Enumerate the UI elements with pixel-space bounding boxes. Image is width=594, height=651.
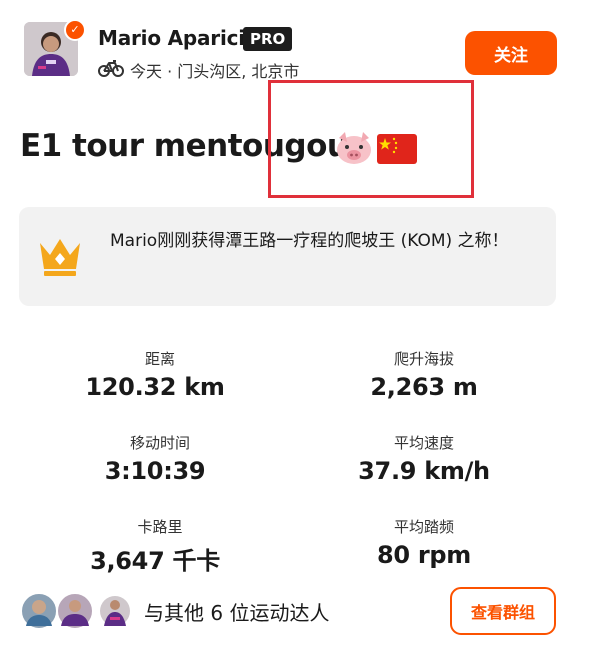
achievement-text: Mario刚刚获得潭王路一疗程的爬坡王 (KOM) 之称！	[110, 231, 509, 251]
stat-calories-value: 3,647 千卡	[90, 547, 220, 575]
stat-cadence-value: 80 rpm	[377, 541, 471, 569]
stat-elevation-value: 2,263 m	[370, 373, 478, 401]
stat-avg-speed-value: 37.9 km/h	[358, 457, 490, 485]
athlete-name[interactable]: Mario Aparicio	[98, 26, 259, 50]
stat-cadence-label: 平均踏频	[393, 518, 454, 536]
stat-moving-time-label: 移动时间	[129, 434, 190, 452]
pro-badge: PRO	[243, 27, 293, 51]
stat-elevation-label: 爬升海拔	[393, 350, 454, 368]
bike-icon	[98, 59, 124, 81]
view-group-button[interactable]: 查看群组	[450, 587, 556, 635]
stat-distance-label: 距离	[144, 350, 175, 368]
verified-badge-icon: ✓	[64, 19, 86, 41]
stat-calories-label: 卡路里	[137, 518, 183, 536]
group-text: 与其他 6 位运动达人	[144, 601, 330, 625]
group-avatars[interactable]	[20, 590, 130, 632]
crown-icon	[36, 235, 84, 277]
activity-meta: 今天 · 门头沟区, 北京市	[98, 58, 299, 82]
follow-button[interactable]: 关注	[465, 31, 557, 75]
group-avatar	[56, 592, 94, 630]
group-avatar	[20, 592, 58, 630]
stat-moving-time-value: 3:10:39	[104, 457, 206, 485]
achievement-card[interactable]	[19, 207, 556, 306]
activity-meta-text: 今天 · 门头沟区, 北京市	[130, 62, 300, 81]
group-avatar	[100, 596, 130, 626]
stat-avg-speed-label: 平均速度	[393, 434, 454, 452]
stat-distance-value: 120.32 km	[85, 373, 225, 401]
highlight-box	[268, 80, 474, 198]
